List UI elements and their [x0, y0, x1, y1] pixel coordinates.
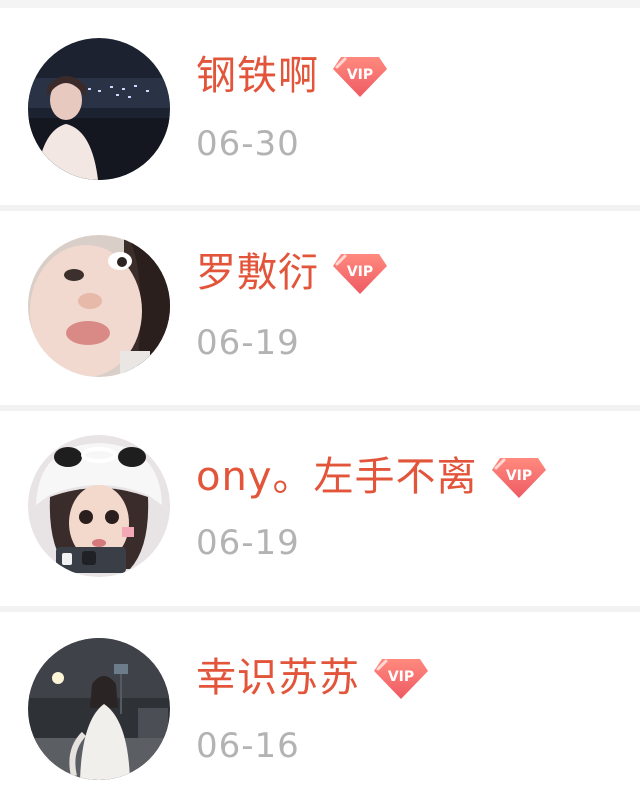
avatar[interactable]	[28, 638, 170, 780]
comment-user-list: 钢铁啊 VIP 06-30 罗敷衍 VIP 06-19 ony。左手不离 VIP…	[0, 0, 640, 812]
username[interactable]: 幸识苏苏	[196, 650, 360, 706]
name-line: 罗敷衍 VIP	[196, 245, 389, 301]
avatar[interactable]	[28, 38, 170, 180]
user-avatar-face-closeup-icon	[28, 235, 170, 377]
comment-date: 06-19	[196, 323, 300, 363]
name-line: ony。左手不离 VIP	[196, 449, 548, 505]
vip-diamond-icon: VIP	[333, 254, 387, 294]
username[interactable]: 罗敷衍	[196, 245, 319, 301]
avatar[interactable]	[28, 435, 170, 577]
vip-diamond-icon: VIP	[333, 57, 387, 97]
list-item[interactable]: 幸识苏苏 VIP 06-16	[0, 612, 640, 812]
list-item[interactable]: 罗敷衍 VIP 06-19	[0, 211, 640, 411]
name-line: 幸识苏苏 VIP	[196, 650, 430, 706]
list-item[interactable]: 钢铁啊 VIP 06-30	[0, 8, 640, 208]
user-avatar-panda-hat-selfie-icon	[28, 435, 170, 577]
comment-date: 06-16	[196, 726, 300, 766]
comment-date: 06-30	[196, 124, 300, 164]
top-divider	[0, 0, 640, 8]
username[interactable]: 钢铁啊	[196, 48, 319, 104]
username[interactable]: ony。左手不离	[196, 449, 478, 505]
list-item[interactable]: ony。左手不离 VIP 06-19	[0, 411, 640, 611]
svg-text:VIP: VIP	[505, 468, 531, 484]
user-avatar-night-street-icon	[28, 638, 170, 780]
user-avatar-night-city-icon	[28, 38, 170, 180]
name-line: 钢铁啊 VIP	[196, 48, 389, 104]
avatar[interactable]	[28, 235, 170, 377]
vip-diamond-icon: VIP	[374, 659, 428, 699]
vip-diamond-icon: VIP	[491, 458, 546, 498]
svg-text:VIP: VIP	[388, 669, 414, 685]
svg-text:VIP: VIP	[347, 67, 373, 83]
comment-date: 06-19	[196, 523, 300, 563]
svg-text:VIP: VIP	[347, 264, 373, 280]
